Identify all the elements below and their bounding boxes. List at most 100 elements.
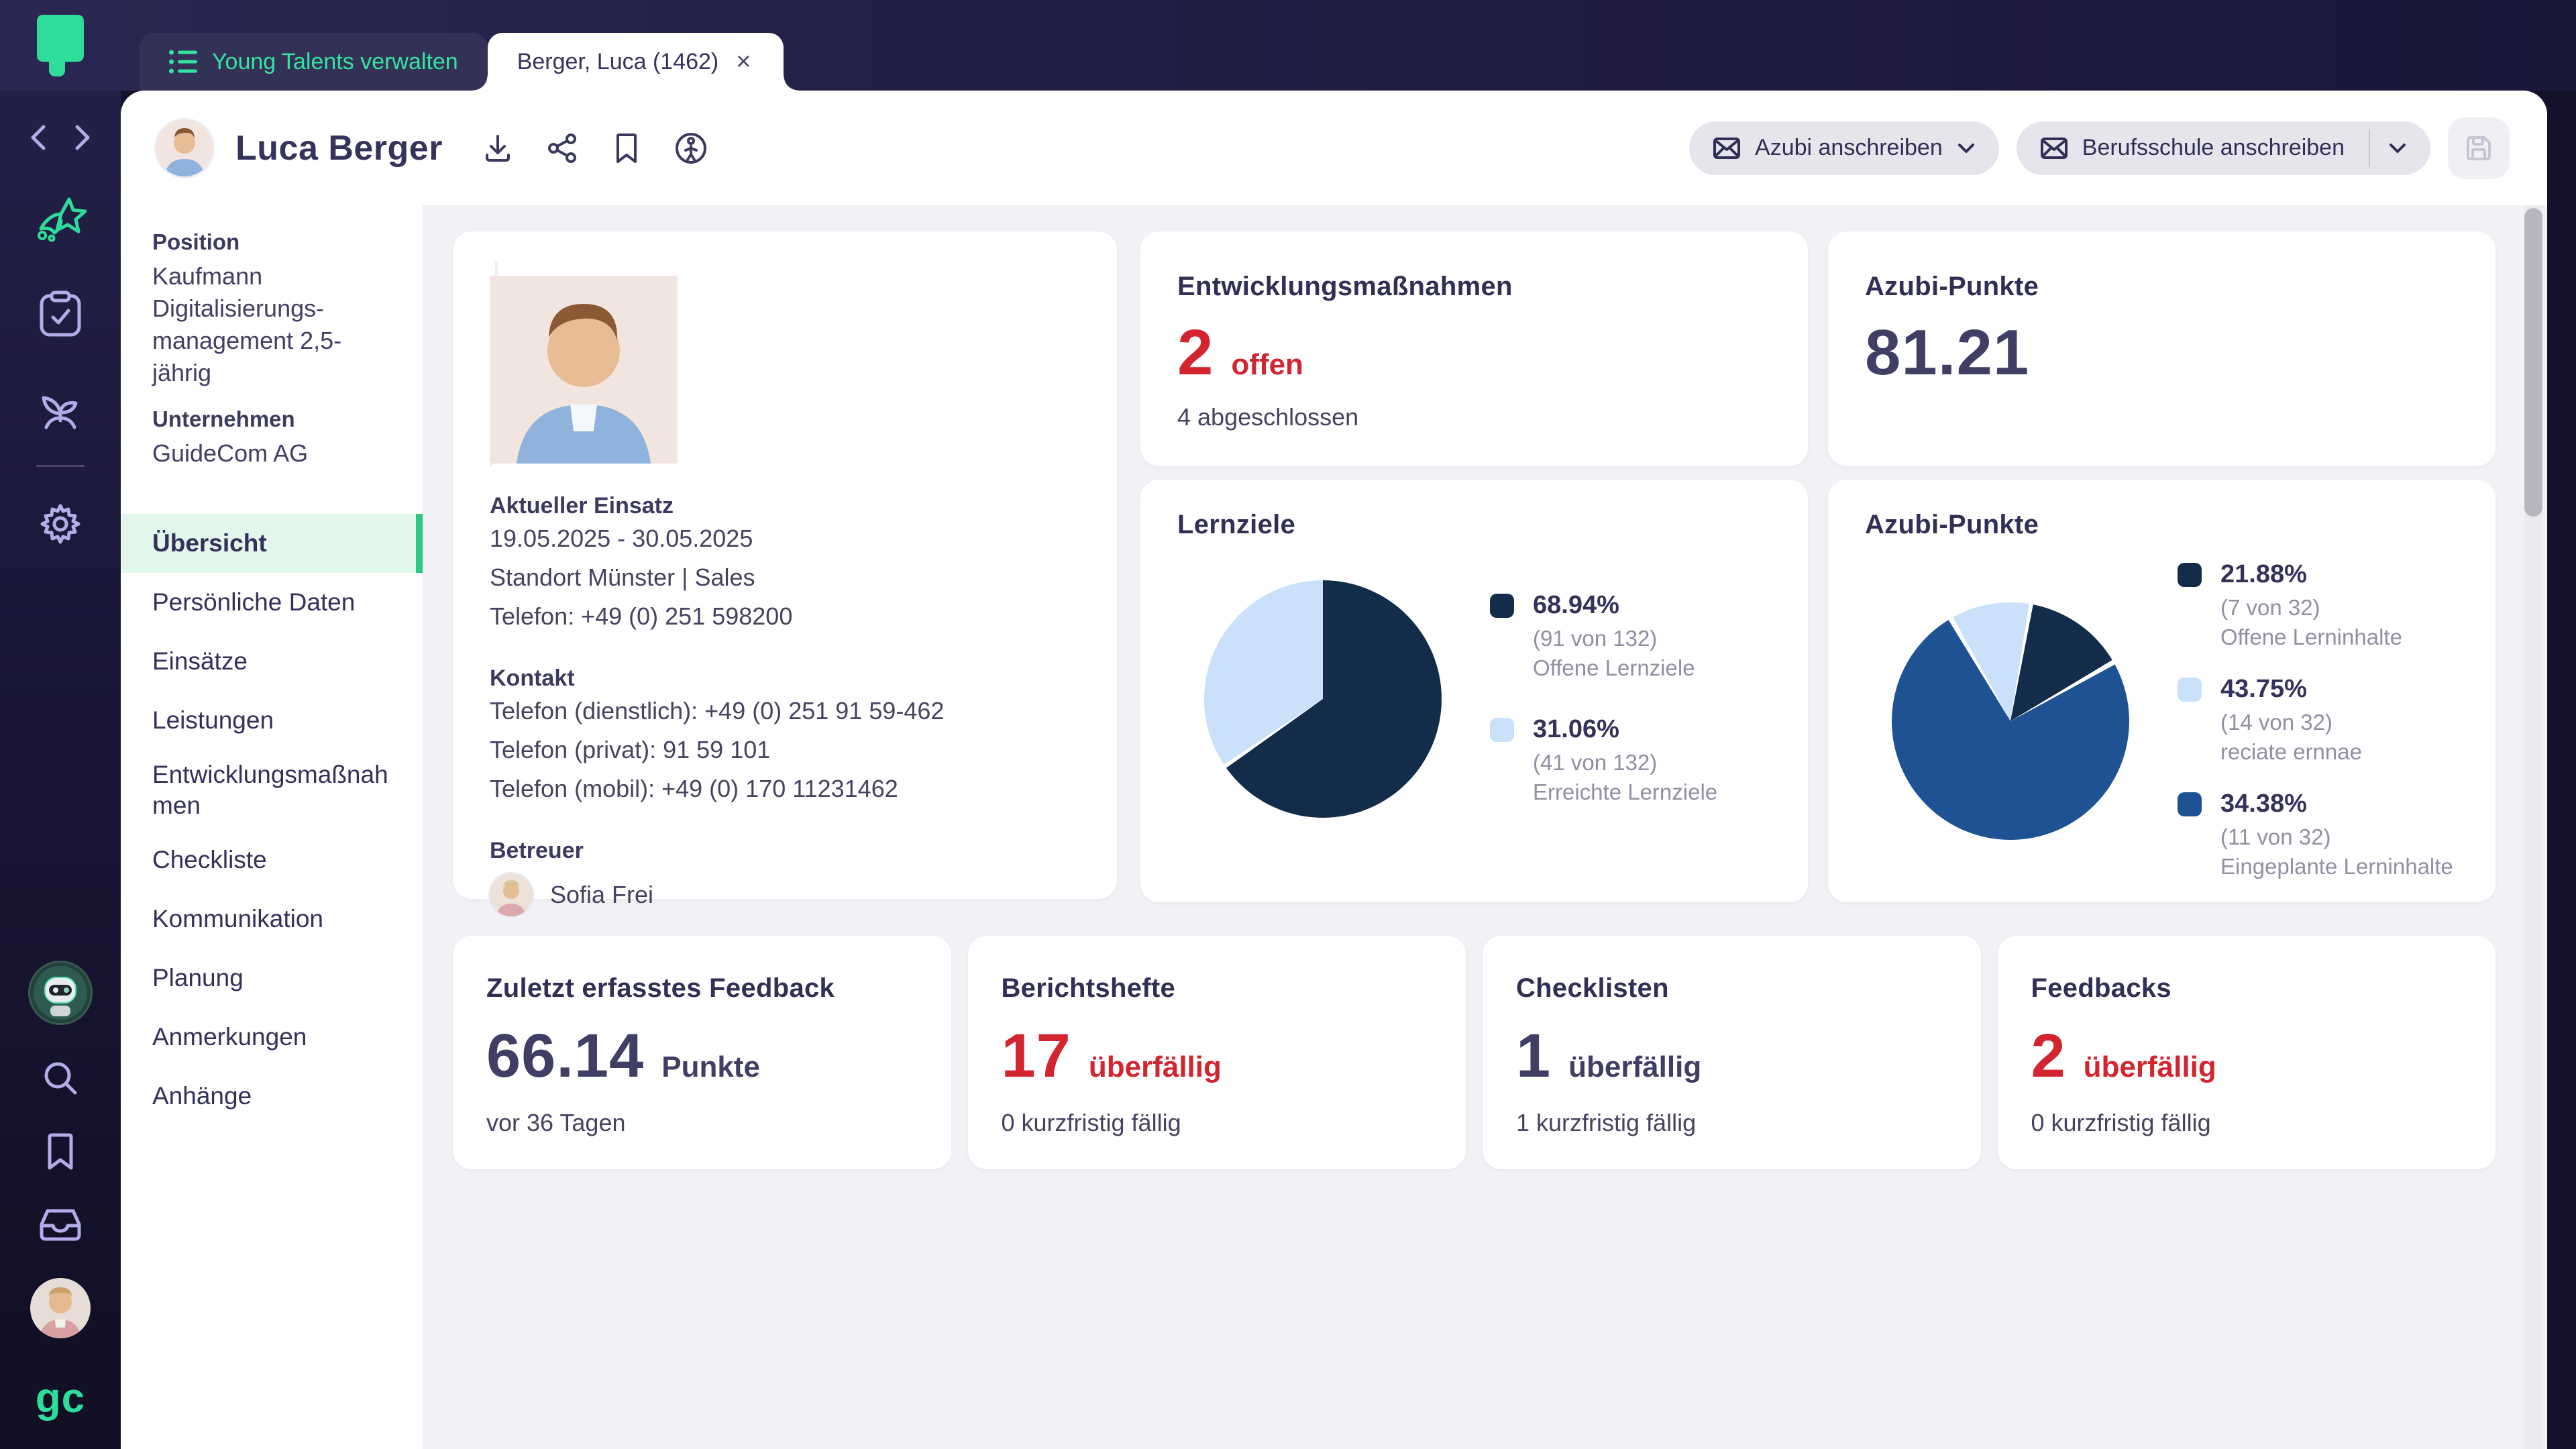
checklisten-overdue-label: überfällig [1568, 1051, 1701, 1084]
einsatz-label: Aktueller Einsatz [490, 493, 1080, 519]
lernziele-chart-card: Lernziele 68.94% (91 von 132)O [1140, 480, 1808, 902]
tab-label: Young Talents verwalten [212, 49, 458, 75]
legend-pct: 34.38% [2220, 790, 2453, 818]
chevron-down-icon[interactable] [2389, 143, 2406, 154]
button-divider [2369, 129, 2370, 167]
scrollbar-track[interactable] [2524, 205, 2542, 1449]
history-forward-icon[interactable] [73, 123, 93, 152]
berichtshefte-overdue-count: 17 [1002, 1021, 1071, 1091]
subnav-item-kommunikation[interactable]: Kommunikation [121, 890, 423, 949]
berichtshefte-sub: 0 kurzfristig fällig [1002, 1109, 1433, 1137]
position-label: Position [152, 229, 396, 255]
overview-content: Aktueller Einsatz 19.05.2025 - 30.05.202… [423, 205, 2547, 1449]
betreuer-avatar [490, 873, 533, 916]
feedbacks-sub: 0 kurzfristig fällig [2031, 1109, 2463, 1137]
card-title: Azubi-Punkte [1865, 272, 2459, 302]
tab-young-talents[interactable]: Young Talents verwalten [140, 33, 488, 91]
card-title: Checklisten [1516, 973, 1947, 1004]
share-icon[interactable] [545, 131, 580, 166]
mail-icon [2041, 138, 2068, 159]
subnav-item-einsaetze[interactable]: Einsätze [121, 632, 423, 691]
button-label: Azubi anschreiben [1755, 135, 1943, 161]
legend-item: 21.88% (7 von 32)Offene Lerninhalte [2178, 560, 2453, 652]
mail-icon [1713, 138, 1740, 159]
tasks-clipboard-icon[interactable] [40, 290, 81, 337]
inbox-icon[interactable] [40, 1208, 81, 1242]
tab-berger-luca[interactable]: Berger, Luca (1462) × [488, 33, 784, 91]
scrollbar-thumb[interactable] [2524, 208, 2542, 517]
card-title: Lernziele [1177, 510, 1771, 540]
checklisten-sub: 1 kurzfristig fällig [1516, 1109, 1947, 1137]
record-header: Luca Berger [121, 91, 2547, 205]
subnav-item-anhaenge[interactable]: Anhänge [121, 1067, 423, 1126]
history-back-icon[interactable] [28, 123, 48, 152]
einsatz-phone: Telefon: +49 (0) 251 598200 [490, 597, 1080, 636]
company-label: Unternehmen [152, 407, 396, 432]
betreuer-name[interactable]: Sofia Frei [550, 883, 653, 907]
main-sidebar: gc [0, 91, 121, 1449]
legend-swatch [1490, 594, 1514, 618]
subnav-item-persoenliche-daten[interactable]: Persönliche Daten [121, 573, 423, 632]
tab-close-icon[interactable]: × [736, 49, 751, 74]
card-title: Azubi-Punkte [1865, 510, 2459, 540]
page-title: Luca Berger [235, 128, 443, 168]
azubi-punkte-card: Azubi-Punkte 81.21 [1828, 231, 2496, 466]
legend-sub: (7 von 32)Offene Lerninhalte [2220, 593, 2402, 652]
checklisten-overdue-count: 1 [1516, 1021, 1551, 1091]
feedback-score-card: Zuletzt erfasstes Feedback 66.14 Punkte … [453, 936, 951, 1169]
tab-label: Berger, Luca (1462) [517, 49, 719, 75]
legend-item: 34.38% (11 von 32)Eingeplante Lerninhalt… [2178, 790, 2453, 881]
legend-item: 43.75% (14 von 32)reciate ernnae [2178, 675, 2453, 767]
settings-gear-icon[interactable] [38, 502, 83, 546]
top-tab-bar: Young Talents verwalten Berger, Luca (14… [0, 0, 2576, 91]
phone-work: Telefon (dienstlich): +49 (0) 251 91 59-… [490, 692, 1080, 731]
profile-photo-small [156, 120, 213, 176]
legend-sub: (11 von 32)Eingeplante Lerninhalte [2220, 822, 2453, 881]
accessibility-icon[interactable] [674, 131, 708, 166]
open-measures-count: 2 [1177, 316, 1214, 390]
subnav-item-entwicklungsmassnahmen[interactable]: Entwicklungsmaßnahmen [121, 750, 416, 830]
subnav-item-leistungen[interactable]: Leistungen [121, 691, 423, 750]
company-value: GuideCom AG [152, 437, 396, 470]
feedback-score-sub: vor 36 Tagen [486, 1109, 918, 1137]
development-plant-icon[interactable] [37, 386, 84, 430]
subnav-item-uebersicht[interactable]: Übersicht [121, 514, 423, 573]
bookmark-icon[interactable] [609, 131, 644, 166]
legend-swatch [2178, 563, 2202, 587]
save-button[interactable] [2448, 117, 2510, 179]
bookmarks-icon[interactable] [46, 1133, 75, 1172]
phone-private: Telefon (privat): 91 59 101 [490, 731, 1080, 769]
card-title: Feedbacks [2031, 973, 2463, 1004]
azubi-punkte-pie-chart [1892, 602, 2129, 840]
gc-logo: gc [36, 1375, 85, 1422]
checklisten-card: Checklisten 1 überfällig 1 kurzfristig f… [1483, 936, 1981, 1169]
lernziele-pie-chart [1204, 580, 1442, 818]
einsatz-dates: 19.05.2025 - 30.05.2025 [490, 519, 1080, 558]
legend-swatch [2178, 792, 2202, 816]
einsatz-location: Standort Münster | Sales [490, 558, 1080, 597]
card-title: Berichtshefte [1002, 973, 1433, 1004]
app-logo[interactable] [0, 0, 121, 91]
berichtshefte-overdue-label: überfällig [1089, 1051, 1222, 1084]
profile-card: Aktueller Einsatz 19.05.2025 - 30.05.202… [453, 231, 1117, 899]
download-icon[interactable] [480, 131, 515, 166]
legend-sub: (14 von 32)reciate ernnae [2220, 708, 2362, 767]
subnav-item-planung[interactable]: Planung [121, 949, 423, 1008]
young-talents-rocket-icon[interactable] [34, 194, 87, 242]
ai-assistant-avatar[interactable] [30, 963, 91, 1023]
search-icon[interactable] [42, 1059, 79, 1097]
legend-sub: (91 von 132)Offene Lernziele [1533, 624, 1695, 683]
feedback-score-label: Punkte [661, 1051, 760, 1084]
record-subnav: Position Kaufmann Digitalisierungs-manag… [121, 205, 423, 1449]
feedbacks-card: Feedbacks 2 überfällig 0 kurzfristig fäl… [1998, 936, 2496, 1169]
legend-pct: 31.06% [1533, 715, 1717, 744]
legend-pct: 43.75% [2220, 675, 2362, 704]
berufsschule-anschreiben-button[interactable]: Berufsschule anschreiben [2017, 121, 2430, 175]
subnav-item-anmerkungen[interactable]: Anmerkungen [121, 1008, 423, 1067]
azubi-anschreiben-button[interactable]: Azubi anschreiben [1689, 121, 1999, 175]
user-avatar[interactable] [30, 1278, 91, 1338]
legend-pct: 21.88% [2220, 560, 2402, 589]
subnav-item-checkliste[interactable]: Checkliste [121, 830, 423, 890]
kontakt-label: Kontakt [490, 665, 1080, 692]
save-disk-icon [2464, 133, 2493, 163]
